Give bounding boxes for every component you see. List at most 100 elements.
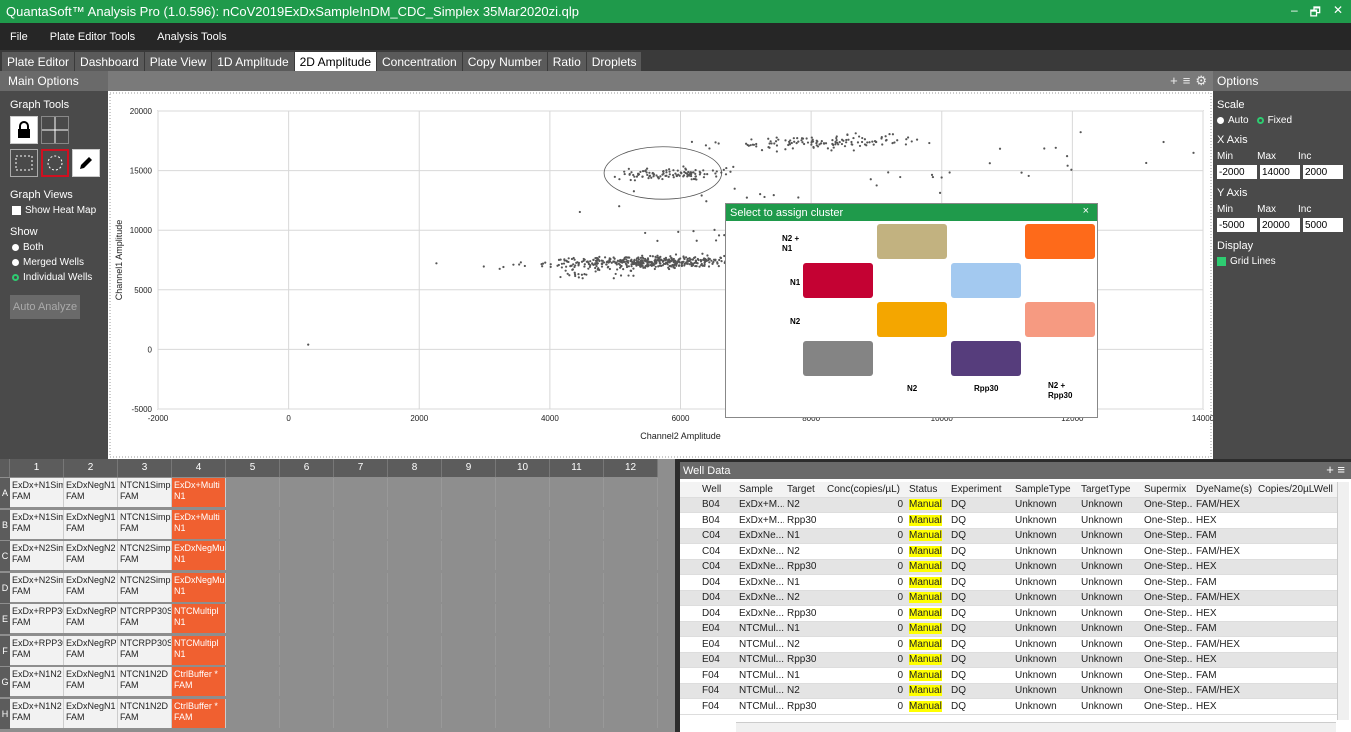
vertical-scrollbar[interactable] (1337, 482, 1349, 720)
cell[interactable]: Target (784, 484, 824, 495)
plate-well[interactable] (550, 604, 604, 633)
plate-well[interactable]: ExDxNegN2 FAM (64, 541, 118, 570)
table-row[interactable]: F04 NTCMul... Rpp30 0 Manual DQ Unknown Unknown… (680, 699, 1337, 715)
table-row[interactable]: E04 NTCMul... Rpp30 0 Manual DQ Unknown Unknown… (680, 652, 1337, 668)
plate-well[interactable] (604, 541, 658, 570)
plate-row-label[interactable]: D (0, 572, 10, 603)
crosshair-tool-button[interactable] (41, 116, 69, 144)
plate-well[interactable] (604, 667, 658, 696)
menu-icon[interactable]: ≡ (1183, 73, 1191, 89)
plate-well[interactable] (388, 572, 442, 602)
plate-well[interactable] (550, 509, 604, 539)
plate-well[interactable] (388, 509, 442, 539)
rectangle-select-button[interactable] (10, 149, 38, 177)
plate-well[interactable]: NTCN2Simp FAM (118, 541, 172, 570)
scale-fixed-radio[interactable] (1256, 117, 1264, 124)
ellipse-select-button[interactable] (41, 149, 69, 177)
minimize-icon[interactable]: – (1291, 3, 1298, 24)
table-row[interactable]: B04 ExDx+M... N2 0 Manual DQ Unknown Unknown One… (680, 497, 1337, 513)
plate-row-label[interactable]: G (0, 667, 10, 697)
menu-plate-editor-tools[interactable]: Plate Editor Tools (50, 31, 135, 43)
plate-well[interactable] (226, 572, 280, 602)
tab-dashboard[interactable]: Dashboard (75, 52, 144, 71)
tab-droplets[interactable]: Droplets (586, 52, 642, 71)
cluster-lightblue-button[interactable] (951, 263, 1021, 298)
plate-well[interactable] (334, 509, 388, 539)
plate-row-label[interactable]: F (0, 635, 10, 666)
plate-row-label[interactable]: E (0, 604, 10, 634)
plate-well[interactable] (550, 478, 604, 507)
y-inc-input[interactable] (1303, 218, 1343, 232)
table-row[interactable]: F04 NTCMul... N1 0 Manual DQ Unknown Unknown One… (680, 668, 1337, 684)
tab-1d-amplitude[interactable]: 1D Amplitude (212, 52, 294, 71)
plate-well[interactable] (226, 604, 280, 633)
scale-auto-radio[interactable] (1217, 117, 1224, 124)
plate-well[interactable] (604, 509, 658, 539)
tab-concentration[interactable]: Concentration (377, 52, 462, 71)
plate-well[interactable] (334, 667, 388, 696)
table-row[interactable]: D04 ExDxNe... Rpp30 0 Manual DQ Unknown Unknown… (680, 606, 1337, 622)
plate-well[interactable] (496, 541, 550, 570)
plate-well[interactable]: ExDx+Multi N1 (172, 478, 226, 507)
tab-ratio[interactable]: Ratio (547, 52, 586, 71)
plate-well[interactable]: NTCN1Simp FAM (118, 478, 172, 507)
plate-well[interactable] (442, 635, 496, 665)
plate-well[interactable] (280, 509, 334, 539)
lock-tool-button[interactable] (10, 116, 38, 144)
plate-well[interactable] (550, 541, 604, 570)
plate-well[interactable]: NTCN1N2D FAM (118, 698, 172, 728)
tab-2d-amplitude[interactable]: 2D Amplitude (294, 52, 376, 71)
plate-well[interactable]: ExDxNegN1 FAM (64, 667, 118, 696)
show-heat-map-toggle[interactable]: Show Heat Map (0, 205, 108, 216)
plate-col-header[interactable]: 9 (442, 459, 496, 477)
heat-map-checkbox[interactable] (12, 206, 21, 215)
plate-col-header[interactable]: 12 (604, 459, 658, 477)
plate-well[interactable] (442, 541, 496, 570)
cluster-orange-button[interactable] (1025, 224, 1095, 259)
plate-col-header[interactable]: 7 (334, 459, 388, 477)
plate-well[interactable] (604, 698, 658, 728)
well-data-plus-icon[interactable]: + ≡ (1326, 462, 1345, 477)
plate-well[interactable] (226, 698, 280, 728)
plate-well[interactable] (388, 698, 442, 728)
plate-well[interactable] (280, 698, 334, 728)
plate-well[interactable]: ExDxNegMu N1 (172, 541, 226, 570)
plate-well[interactable] (388, 541, 442, 570)
plate-well[interactable] (550, 698, 604, 728)
cluster-purple-button[interactable] (951, 341, 1021, 376)
plate-col-header[interactable]: 10 (496, 459, 550, 477)
horizontal-scrollbar[interactable] (736, 722, 1336, 732)
plate-row-label[interactable]: B (0, 509, 10, 540)
y-min-input[interactable] (1217, 218, 1257, 232)
plate-well[interactable] (280, 667, 334, 696)
plate-well[interactable]: ExDxNegN1 FAM (64, 698, 118, 728)
cell[interactable]: DyeName(s) (1193, 484, 1255, 495)
dialog-close-icon[interactable]: × (1083, 205, 1089, 217)
plate-col-header[interactable]: 11 (550, 459, 604, 477)
plate-well[interactable] (496, 698, 550, 728)
plate-well[interactable] (226, 509, 280, 539)
cell[interactable]: Status (906, 484, 948, 495)
show-merged-radio[interactable]: Merged Wells (0, 257, 108, 268)
plate-col-header[interactable]: 6 (280, 459, 334, 477)
auto-analyze-button[interactable]: Auto Analyze (10, 295, 80, 319)
plate-well[interactable]: NTCN2Simp FAM (118, 572, 172, 602)
cell[interactable]: Conc(copies/µL) (824, 484, 906, 495)
cluster-crimson-button[interactable] (803, 263, 873, 298)
plate-well[interactable] (550, 667, 604, 696)
plate-well[interactable] (604, 604, 658, 633)
plate-well[interactable] (604, 572, 658, 602)
plate-well[interactable] (496, 667, 550, 696)
plate-well[interactable]: ExDx+RPP30 FAM (10, 604, 64, 633)
plate-well[interactable] (442, 478, 496, 507)
plate-well[interactable] (496, 604, 550, 633)
table-row[interactable]: E04 NTCMul... N2 0 Manual DQ Unknown Unknown One… (680, 637, 1337, 653)
cluster-salmon-button[interactable] (1025, 302, 1095, 337)
tab-plate-view[interactable]: Plate View (144, 52, 212, 71)
plate-well[interactable]: NTCRPP30S FAM (118, 604, 172, 633)
pencil-tool-button[interactable] (72, 149, 100, 177)
plate-well[interactable] (496, 572, 550, 602)
plate-well[interactable] (604, 478, 658, 507)
plate-well[interactable] (496, 635, 550, 665)
plate-well[interactable] (604, 635, 658, 665)
